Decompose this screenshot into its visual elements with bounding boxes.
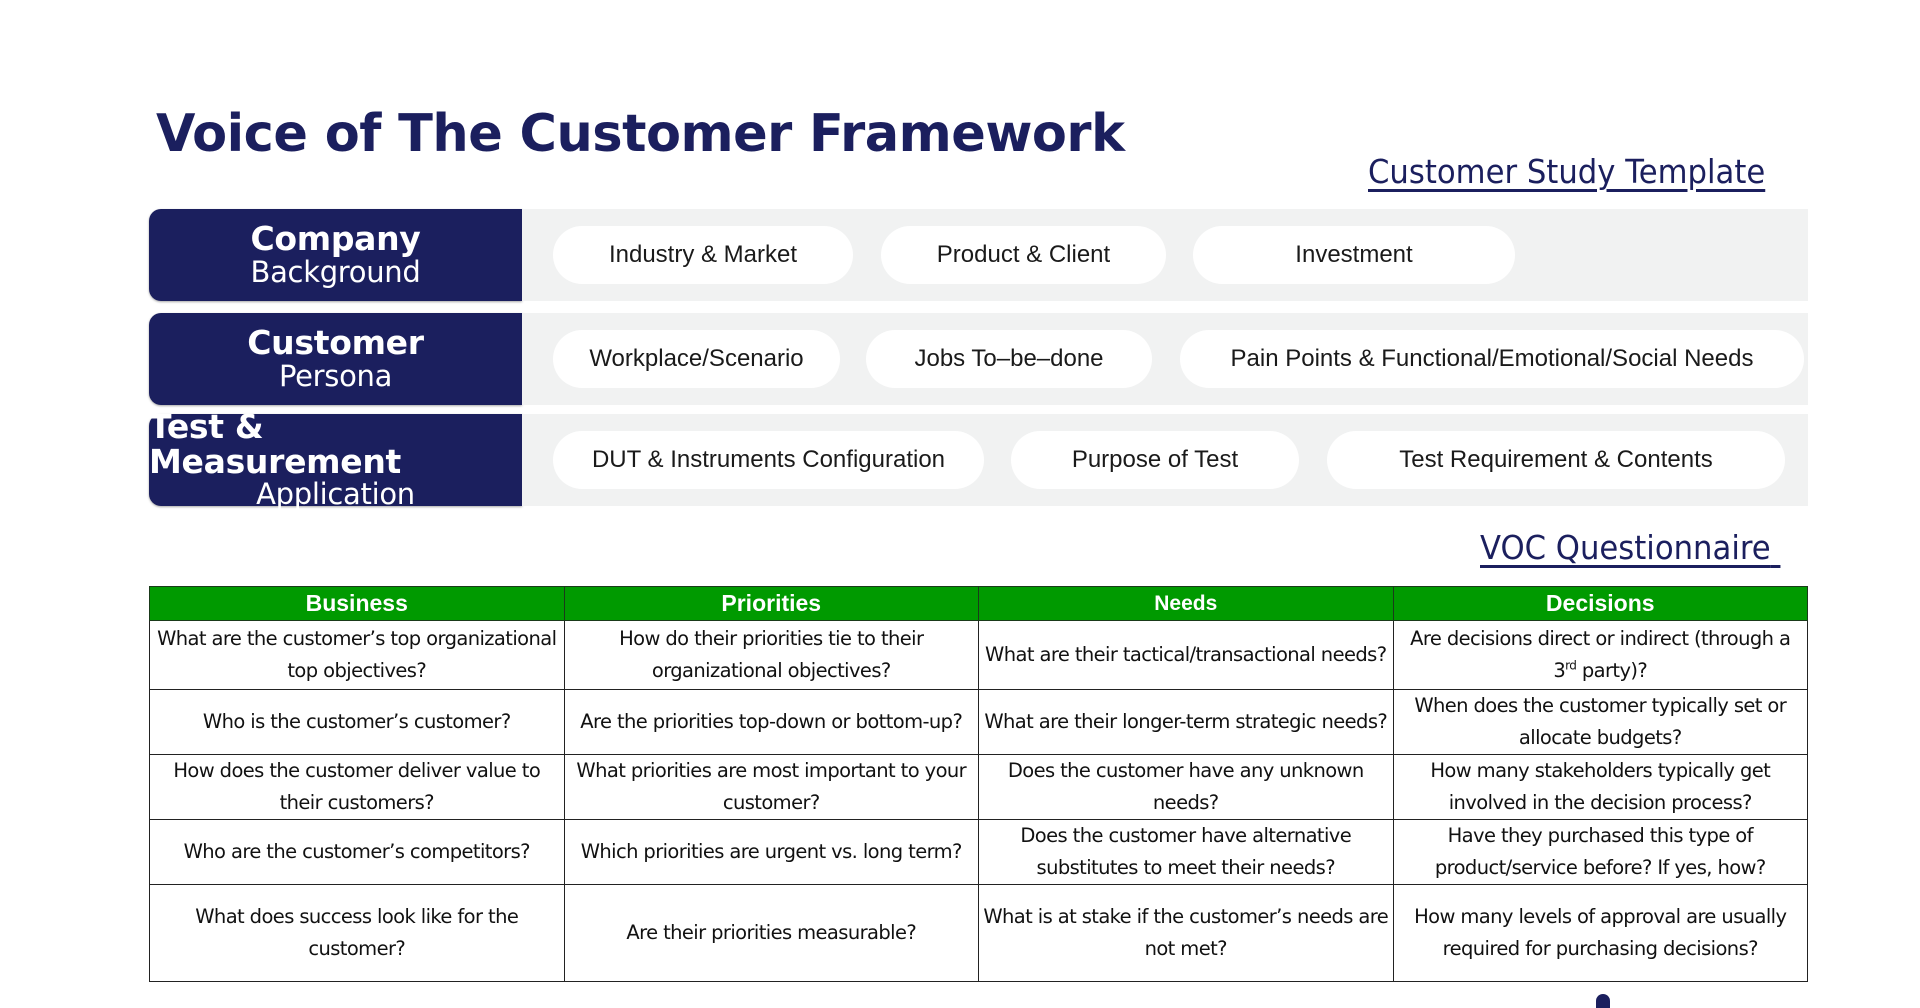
cell-priorities: Are the priorities top-down or bottom-up…: [563, 689, 979, 755]
column-header-needs: Needs: [978, 586, 1394, 621]
cell-needs: What are their longer-term strategic nee…: [978, 689, 1394, 755]
pill-workplace-scenario: Workplace/Scenario: [553, 330, 840, 388]
cell-decisions: Have they purchased this type of product…: [1392, 819, 1808, 885]
table-row: Who are the customer’s competitors? Whic…: [149, 819, 1808, 885]
table-row: Who is the customer’s customer? Are the …: [149, 689, 1808, 755]
band-label-customer: Customer Persona: [149, 313, 522, 405]
column-header-decisions: Decisions: [1392, 586, 1808, 621]
ordinal-superscript: rd: [1565, 658, 1577, 673]
band-test-measurement-application: Test & Measurement Application DUT & Ins…: [149, 409, 1808, 512]
cell-priorities: Which priorities are urgent vs. long ter…: [563, 819, 979, 885]
cell-decisions: How many levels of approval are usually …: [1392, 884, 1808, 982]
footer-logo-fragment: [1596, 994, 1610, 1008]
page-title: Voice of The Customer Framework: [156, 104, 1125, 164]
pill-industry-market: Industry & Market: [553, 226, 853, 284]
pill-product-client: Product & Client: [881, 226, 1166, 284]
customer-study-template-heading: Customer Study Template: [1368, 152, 1766, 191]
band-label-main: Company: [250, 219, 421, 259]
column-header-business: Business: [149, 586, 565, 621]
band-track: Industry & Market Product & Client Inves…: [522, 209, 1808, 301]
band-customer-persona: Customer Persona Workplace/Scenario Jobs…: [149, 313, 1808, 405]
voc-questionnaire-table: Business Priorities Needs Decisions What…: [149, 586, 1808, 982]
cell-business: What does success look like for the cust…: [149, 884, 565, 982]
cell-decisions: How many stakeholders typically get invo…: [1392, 754, 1808, 820]
cell-priorities: Are their priorities measurable?: [563, 884, 979, 982]
cell-priorities: How do their priorities tie to their org…: [563, 620, 979, 690]
band-track: DUT & Instruments Configuration Purpose …: [522, 414, 1808, 506]
table-row: What are the customer’s top organization…: [149, 620, 1808, 690]
cell-needs: Does the customer have alternative subst…: [978, 819, 1394, 885]
cell-needs: What are their tactical/transactional ne…: [978, 620, 1394, 690]
voc-questionnaire-heading-text: VOC Questionnaire: [1480, 528, 1771, 567]
cell-business: Who are the customer’s competitors?: [149, 819, 565, 885]
table-header-row: Business Priorities Needs Decisions: [149, 586, 1808, 621]
cell-business: How does the customer deliver value to t…: [149, 754, 565, 820]
band-label-main: Test & Measurement: [149, 407, 402, 481]
pill-pain-points-needs: Pain Points & Functional/Emotional/Socia…: [1180, 330, 1804, 388]
cell-needs: Does the customer have any unknown needs…: [978, 754, 1394, 820]
band-label-sub: Application: [256, 477, 415, 512]
cell-business: What are the customer’s top organization…: [149, 620, 565, 690]
cell-business: Who is the customer’s customer?: [149, 689, 565, 755]
band-label-main: Customer: [247, 323, 424, 363]
table-row: How does the customer deliver value to t…: [149, 754, 1808, 820]
pill-purpose-of-test: Purpose of Test: [1011, 431, 1299, 489]
voc-questionnaire-heading: VOC Questionnaire: [1480, 528, 1780, 567]
pill-jobs-to-be-done: Jobs To–be–done: [866, 330, 1152, 388]
band-track: Workplace/Scenario Jobs To–be–done Pain …: [522, 313, 1808, 405]
band-label-test-measurement: Test & Measurement Application: [149, 409, 522, 512]
cell-decisions: When does the customer typically set or …: [1392, 689, 1808, 755]
pill-investment: Investment: [1193, 226, 1515, 284]
band-label-company: Company Background: [149, 209, 522, 301]
cell-priorities: What priorities are most important to yo…: [563, 754, 979, 820]
band-label-sub: Persona: [278, 359, 393, 394]
band-company-background: Company Background Industry & Market Pro…: [149, 209, 1808, 301]
cell-decisions-text-end: party)?: [1576, 659, 1648, 682]
band-label-sub: Background: [250, 255, 421, 290]
cell-needs: What is at stake if the customer’s needs…: [978, 884, 1394, 982]
cell-decisions: Are decisions direct or indirect (throug…: [1392, 620, 1808, 690]
column-header-priorities: Priorities: [563, 586, 979, 621]
table-row: What does success look like for the cust…: [149, 884, 1808, 982]
pill-test-requirement-contents: Test Requirement & Contents: [1327, 431, 1785, 489]
pill-dut-instruments-configuration: DUT & Instruments Configuration: [553, 431, 984, 489]
